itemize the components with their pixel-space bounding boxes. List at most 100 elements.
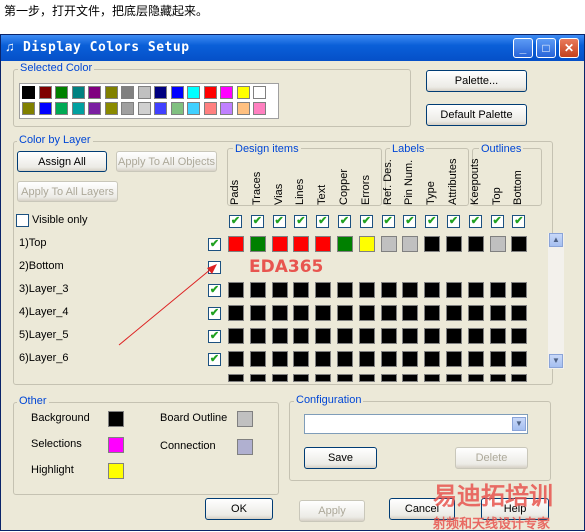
column-visible-checkbox[interactable]: ✔ [294, 215, 308, 228]
layer-color-swatch[interactable] [249, 305, 266, 321]
layer-color-swatch[interactable] [337, 374, 353, 382]
layer-color-swatch[interactable] [467, 282, 484, 298]
layer-color-swatch[interactable] [511, 236, 528, 252]
column-visible-checkbox[interactable]: ✔ [512, 215, 526, 228]
scroll-up-arrow-icon[interactable]: ▲ [549, 233, 563, 247]
layer-color-swatch[interactable] [402, 328, 419, 344]
layer-color-swatch[interactable] [424, 282, 441, 298]
layer-color-swatch[interactable] [358, 236, 375, 252]
palette-color-swatch[interactable] [55, 102, 68, 115]
layer-color-swatch[interactable] [315, 282, 332, 298]
layer-color-swatch[interactable] [337, 305, 353, 321]
layer-color-swatch[interactable] [271, 305, 288, 321]
layer-color-swatch[interactable] [228, 236, 244, 252]
layer-color-swatch[interactable] [489, 328, 506, 344]
column-visible-checkbox[interactable]: ✔ [381, 215, 395, 228]
palette-color-swatch[interactable] [203, 86, 217, 99]
layer-color-swatch[interactable] [424, 351, 441, 367]
palette-color-swatch[interactable] [38, 102, 52, 115]
layer-color-swatch[interactable] [402, 374, 419, 382]
column-visible-checkbox[interactable]: ✔ [425, 215, 439, 228]
layer-color-swatch[interactable] [489, 374, 506, 382]
delete-button[interactable]: Delete [455, 447, 528, 469]
palette-color-swatch[interactable] [220, 102, 233, 115]
layer-color-swatch[interactable] [358, 374, 375, 382]
layer-color-swatch[interactable] [489, 282, 506, 298]
layer-color-swatch[interactable] [249, 328, 266, 344]
palette-color-swatch[interactable] [121, 102, 134, 115]
layer-color-swatch[interactable] [380, 328, 397, 344]
palette-color-swatch[interactable] [71, 102, 85, 115]
layer-color-swatch[interactable] [446, 236, 462, 252]
palette-color-swatch[interactable] [88, 102, 101, 115]
layer-color-swatch[interactable] [511, 374, 528, 382]
layer-color-swatch[interactable] [424, 236, 441, 252]
chevron-down-icon[interactable]: ▼ [512, 417, 526, 431]
palette-color-swatch[interactable] [220, 86, 233, 99]
layer-color-swatch[interactable] [249, 351, 266, 367]
assign-all-button[interactable]: Assign All [17, 151, 107, 172]
layer-color-swatch[interactable] [315, 374, 332, 382]
layer-color-swatch[interactable] [271, 328, 288, 344]
layer-color-swatch[interactable] [402, 236, 419, 252]
palette-color-swatch[interactable] [104, 86, 118, 99]
layer-color-swatch[interactable] [402, 305, 419, 321]
layer-color-swatch[interactable] [380, 236, 397, 252]
ok-button[interactable]: OK [205, 498, 273, 520]
close-button[interactable]: ✕ [559, 38, 579, 58]
column-visible-checkbox[interactable]: ✔ [468, 215, 482, 228]
palette-color-swatch[interactable] [104, 102, 118, 115]
layer-color-swatch[interactable] [293, 305, 310, 321]
minimize-button[interactable]: _ [513, 38, 533, 58]
layer-color-swatch[interactable] [337, 328, 353, 344]
palette-color-swatch[interactable] [253, 86, 266, 99]
scroll-down-arrow-icon[interactable]: ▼ [549, 354, 563, 368]
selections-color-swatch[interactable] [108, 437, 124, 453]
palette-color-swatch[interactable] [137, 86, 151, 99]
layer-color-swatch[interactable] [271, 236, 288, 252]
title-bar[interactable]: ♫ Display Colors Setup _ □ ✕ [1, 35, 584, 61]
save-button[interactable]: Save [304, 447, 377, 469]
apply-to-all-layers-button[interactable]: Apply To All Layers [17, 181, 118, 202]
layer-color-swatch[interactable] [315, 351, 332, 367]
palette-color-swatch[interactable] [154, 86, 167, 99]
layer-visible-checkbox[interactable]: ✔ [208, 238, 221, 251]
layer-scrollbar[interactable]: ▲ ▼ [548, 233, 564, 369]
layer-color-swatch[interactable] [446, 374, 462, 382]
layer-color-swatch[interactable] [228, 374, 244, 382]
layer-color-swatch[interactable] [315, 305, 332, 321]
layer-color-swatch[interactable] [358, 351, 375, 367]
layer-color-swatch[interactable] [293, 236, 310, 252]
layer-color-swatch[interactable] [511, 351, 528, 367]
board-outline-color-swatch[interactable] [237, 411, 253, 427]
palette-color-swatch[interactable] [170, 102, 184, 115]
layer-color-swatch[interactable] [511, 305, 528, 321]
layer-color-swatch[interactable] [380, 351, 397, 367]
layer-visible-checkbox[interactable]: ✔ [208, 353, 221, 366]
layer-color-swatch[interactable] [293, 328, 310, 344]
layer-color-swatch[interactable] [249, 236, 266, 252]
column-visible-checkbox[interactable]: ✔ [250, 215, 264, 228]
column-visible-checkbox[interactable]: ✔ [447, 215, 460, 228]
configuration-select[interactable]: ▼ [304, 414, 528, 434]
layer-color-swatch[interactable] [511, 282, 528, 298]
palette-color-swatch[interactable] [55, 86, 68, 99]
palette-color-swatch[interactable] [203, 102, 217, 115]
layer-color-swatch[interactable] [402, 282, 419, 298]
layer-color-swatch[interactable] [446, 282, 462, 298]
palette-color-swatch[interactable] [88, 86, 101, 99]
layer-color-swatch[interactable] [337, 236, 353, 252]
column-visible-checkbox[interactable]: ✔ [272, 215, 286, 228]
layer-color-swatch[interactable] [424, 374, 441, 382]
layer-color-swatch[interactable] [358, 282, 375, 298]
connection-color-swatch[interactable] [237, 439, 253, 455]
palette-color-swatch[interactable] [22, 102, 35, 115]
column-visible-checkbox[interactable]: ✔ [403, 215, 417, 228]
highlight-color-swatch[interactable] [108, 463, 124, 479]
layer-color-swatch[interactable] [446, 305, 462, 321]
palette-color-swatch[interactable] [236, 102, 250, 115]
layer-color-swatch[interactable] [358, 328, 375, 344]
layer-color-swatch[interactable] [511, 328, 528, 344]
layer-color-swatch[interactable] [337, 282, 353, 298]
default-palette-button[interactable]: Default Palette [426, 104, 527, 126]
